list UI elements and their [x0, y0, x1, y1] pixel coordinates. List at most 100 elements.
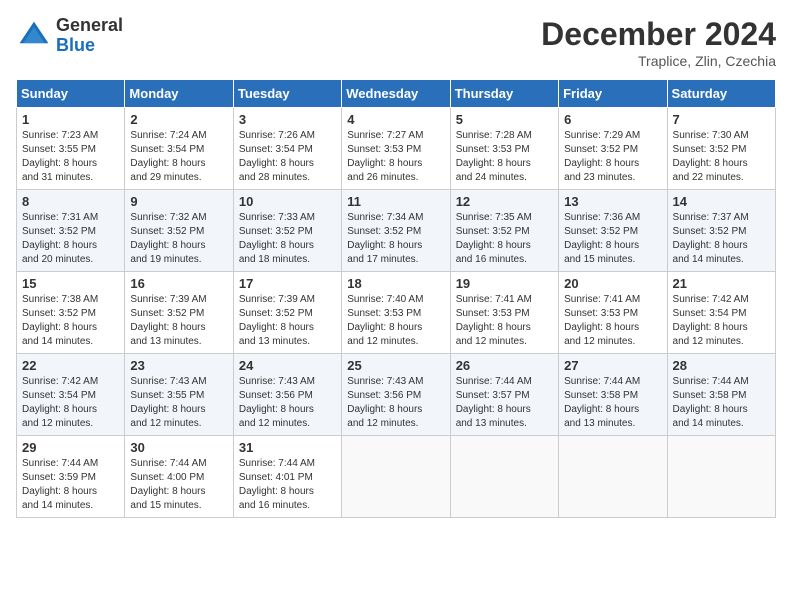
page-header: General Blue December 2024 Traplice, Zli… [16, 16, 776, 69]
calendar-cell: 26Sunrise: 7:44 AM Sunset: 3:57 PM Dayli… [450, 354, 558, 436]
day-number: 20 [564, 276, 661, 291]
day-info: Sunrise: 7:41 AM Sunset: 3:53 PM Dayligh… [564, 293, 661, 349]
day-info: Sunrise: 7:44 AM Sunset: 4:01 PM Dayligh… [239, 457, 336, 513]
day-info: Sunrise: 7:43 AM Sunset: 3:56 PM Dayligh… [347, 375, 444, 431]
day-info: Sunrise: 7:24 AM Sunset: 3:54 PM Dayligh… [130, 129, 227, 185]
day-number: 10 [239, 194, 336, 209]
logo-icon [16, 18, 52, 54]
calendar-cell: 11 Sunrise: 7:34 AM Sunset: 3:52 PM Dayli… [342, 190, 450, 272]
calendar-cell: 21 Sunrise: 7:42 AM Sunset: 3:54 PM Dayli… [667, 272, 775, 354]
weekday-header-tuesday: Tuesday [233, 80, 341, 108]
calendar-cell: 4 Sunrise: 7:27 AM Sunset: 3:53 PM Daylig… [342, 108, 450, 190]
calendar-week-4: 22 Sunrise: 7:42 AM Sunset: 3:54 PM Dayli… [17, 354, 776, 436]
day-info: Sunrise: 7:44 AM Sunset: 3:58 PM Dayligh… [564, 375, 661, 431]
day-number: 1 [22, 112, 119, 127]
weekday-header-monday: Monday [125, 80, 233, 108]
day-number: 19 [456, 276, 553, 291]
calendar-cell: 17Sunrise: 7:39 AM Sunset: 3:52 PM Dayli… [233, 272, 341, 354]
day-number: 11 [347, 194, 444, 209]
day-number: 25 [347, 358, 444, 373]
calendar-cell: 23Sunrise: 7:43 AM Sunset: 3:55 PM Dayli… [125, 354, 233, 436]
day-number: 21 [673, 276, 770, 291]
calendar-cell: 10Sunrise: 7:33 AM Sunset: 3:52 PM Dayli… [233, 190, 341, 272]
calendar-cell [342, 436, 450, 518]
day-number: 15 [22, 276, 119, 291]
day-info: Sunrise: 7:34 AM Sunset: 3:52 PM Dayligh… [347, 211, 444, 267]
day-info: Sunrise: 7:39 AM Sunset: 3:52 PM Dayligh… [239, 293, 336, 349]
calendar-cell: 18 Sunrise: 7:40 AM Sunset: 3:53 PM Dayli… [342, 272, 450, 354]
day-number: 6 [564, 112, 661, 127]
day-number: 18 [347, 276, 444, 291]
day-info: Sunrise: 7:35 AM Sunset: 3:52 PM Dayligh… [456, 211, 553, 267]
calendar-cell: 25 Sunrise: 7:43 AM Sunset: 3:56 PM Dayli… [342, 354, 450, 436]
calendar-cell [559, 436, 667, 518]
logo-text: General Blue [56, 16, 123, 56]
logo: General Blue [16, 16, 123, 56]
calendar-cell: 14 Sunrise: 7:37 AM Sunset: 3:52 PM Dayli… [667, 190, 775, 272]
day-number: 4 [347, 112, 444, 127]
day-number: 8 [22, 194, 119, 209]
day-info: Sunrise: 7:38 AM Sunset: 3:52 PM Dayligh… [22, 293, 119, 349]
calendar-cell: 22 Sunrise: 7:42 AM Sunset: 3:54 PM Dayli… [17, 354, 125, 436]
day-info: Sunrise: 7:44 AM Sunset: 3:59 PM Dayligh… [22, 457, 119, 513]
day-info: Sunrise: 7:32 AM Sunset: 3:52 PM Dayligh… [130, 211, 227, 267]
day-number: 22 [22, 358, 119, 373]
calendar-cell: 12 Sunrise: 7:35 AM Sunset: 3:52 PM Dayli… [450, 190, 558, 272]
day-info: Sunrise: 7:44 AM Sunset: 3:58 PM Dayligh… [673, 375, 770, 431]
calendar-cell: 15 Sunrise: 7:38 AM Sunset: 3:52 PM Dayli… [17, 272, 125, 354]
day-number: 7 [673, 112, 770, 127]
day-info: Sunrise: 7:42 AM Sunset: 3:54 PM Dayligh… [673, 293, 770, 349]
day-number: 13 [564, 194, 661, 209]
calendar-week-2: 8 Sunrise: 7:31 AM Sunset: 3:52 PM Daylig… [17, 190, 776, 272]
calendar-cell: 2 Sunrise: 7:24 AM Sunset: 3:54 PM Daylig… [125, 108, 233, 190]
calendar-week-5: 29 Sunrise: 7:44 AM Sunset: 3:59 PM Dayli… [17, 436, 776, 518]
weekday-header-thursday: Thursday [450, 80, 558, 108]
day-number: 28 [673, 358, 770, 373]
location-text: Traplice, Zlin, Czechia [541, 53, 776, 69]
calendar-cell [667, 436, 775, 518]
calendar-cell: 28 Sunrise: 7:44 AM Sunset: 3:58 PM Dayli… [667, 354, 775, 436]
day-number: 9 [130, 194, 227, 209]
calendar-cell: 27 Sunrise: 7:44 AM Sunset: 3:58 PM Dayli… [559, 354, 667, 436]
day-number: 16 [130, 276, 227, 291]
day-info: Sunrise: 7:27 AM Sunset: 3:53 PM Dayligh… [347, 129, 444, 185]
day-number: 31 [239, 440, 336, 455]
day-number: 27 [564, 358, 661, 373]
day-info: Sunrise: 7:29 AM Sunset: 3:52 PM Dayligh… [564, 129, 661, 185]
calendar-cell: 5Sunrise: 7:28 AM Sunset: 3:53 PM Daylig… [450, 108, 558, 190]
day-info: Sunrise: 7:26 AM Sunset: 3:54 PM Dayligh… [239, 129, 336, 185]
day-info: Sunrise: 7:37 AM Sunset: 3:52 PM Dayligh… [673, 211, 770, 267]
day-info: Sunrise: 7:41 AM Sunset: 3:53 PM Dayligh… [456, 293, 553, 349]
day-info: Sunrise: 7:43 AM Sunset: 3:56 PM Dayligh… [239, 375, 336, 431]
day-info: Sunrise: 7:36 AM Sunset: 3:52 PM Dayligh… [564, 211, 661, 267]
day-info: Sunrise: 7:42 AM Sunset: 3:54 PM Dayligh… [22, 375, 119, 431]
day-info: Sunrise: 7:31 AM Sunset: 3:52 PM Dayligh… [22, 211, 119, 267]
day-info: Sunrise: 7:39 AM Sunset: 3:52 PM Dayligh… [130, 293, 227, 349]
calendar-cell: 7Sunrise: 7:30 AM Sunset: 3:52 PM Daylig… [667, 108, 775, 190]
day-number: 2 [130, 112, 227, 127]
day-info: Sunrise: 7:28 AM Sunset: 3:53 PM Dayligh… [456, 129, 553, 185]
calendar-body: 1Sunrise: 7:23 AM Sunset: 3:55 PM Daylig… [17, 108, 776, 518]
calendar-cell: 6 Sunrise: 7:29 AM Sunset: 3:52 PM Daylig… [559, 108, 667, 190]
calendar-cell: 8 Sunrise: 7:31 AM Sunset: 3:52 PM Daylig… [17, 190, 125, 272]
day-number: 12 [456, 194, 553, 209]
calendar-cell: 31 Sunrise: 7:44 AM Sunset: 4:01 PM Dayli… [233, 436, 341, 518]
weekday-header-sunday: Sunday [17, 80, 125, 108]
day-number: 26 [456, 358, 553, 373]
calendar-cell: 3 Sunrise: 7:26 AM Sunset: 3:54 PM Daylig… [233, 108, 341, 190]
calendar-cell: 30 Sunrise: 7:44 AM Sunset: 4:00 PM Dayli… [125, 436, 233, 518]
day-info: Sunrise: 7:44 AM Sunset: 4:00 PM Dayligh… [130, 457, 227, 513]
weekday-header-friday: Friday [559, 80, 667, 108]
calendar-cell: 13 Sunrise: 7:36 AM Sunset: 3:52 PM Dayli… [559, 190, 667, 272]
calendar-cell: 19 Sunrise: 7:41 AM Sunset: 3:53 PM Dayli… [450, 272, 558, 354]
calendar-cell: 29 Sunrise: 7:44 AM Sunset: 3:59 PM Dayli… [17, 436, 125, 518]
day-number: 29 [22, 440, 119, 455]
day-number: 3 [239, 112, 336, 127]
day-number: 30 [130, 440, 227, 455]
calendar-week-3: 15 Sunrise: 7:38 AM Sunset: 3:52 PM Dayli… [17, 272, 776, 354]
logo-blue-text: Blue [56, 36, 123, 56]
day-number: 14 [673, 194, 770, 209]
weekday-header-saturday: Saturday [667, 80, 775, 108]
calendar-cell: 1Sunrise: 7:23 AM Sunset: 3:55 PM Daylig… [17, 108, 125, 190]
day-info: Sunrise: 7:40 AM Sunset: 3:53 PM Dayligh… [347, 293, 444, 349]
